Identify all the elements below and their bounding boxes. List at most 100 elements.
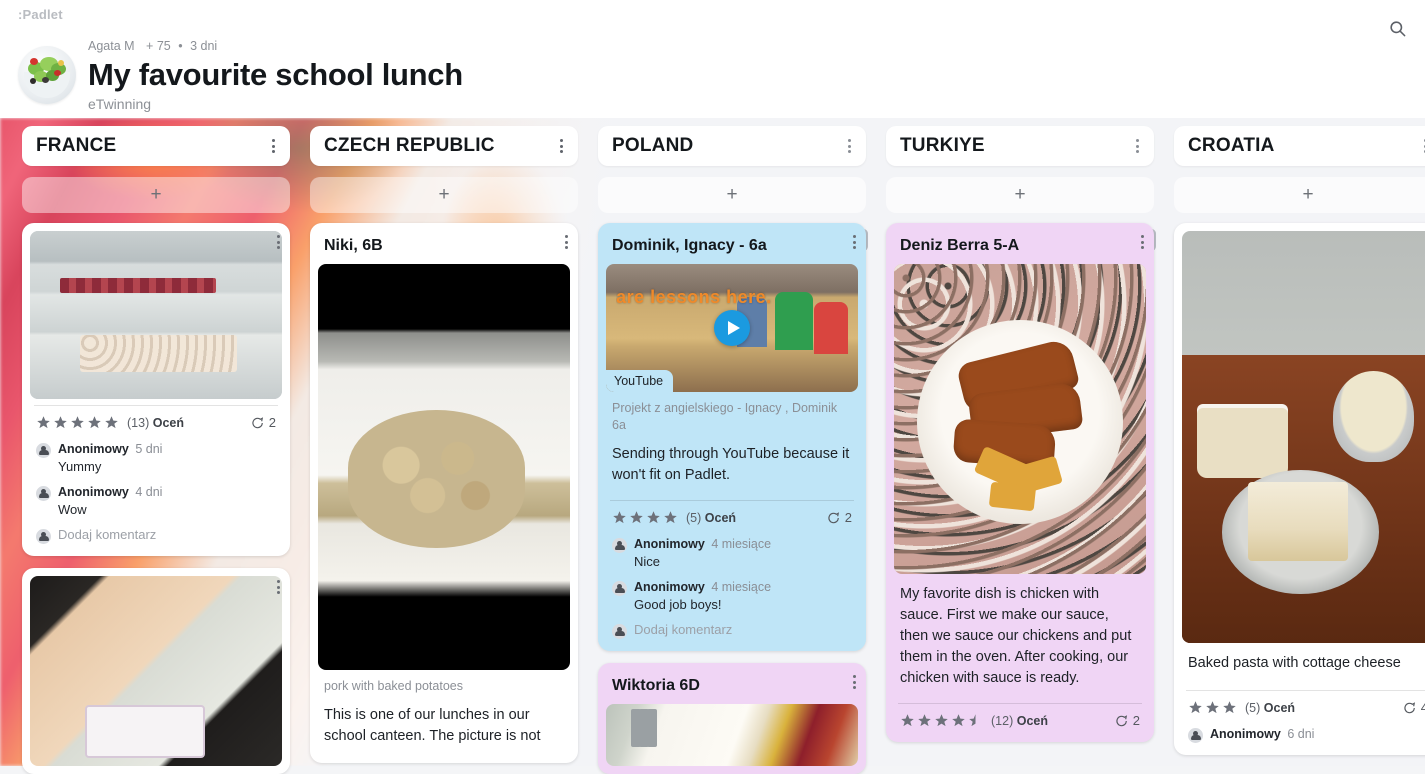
collaborator-count[interactable]: + 75 bbox=[146, 39, 171, 53]
column-turkiye: TURKIYE + Deniz Berra 5-A My favorite di… bbox=[876, 118, 1164, 766]
comment-item[interactable]: Anonimowy 4 dni Wow bbox=[30, 479, 282, 522]
column-czech-republic: CZECH REPUBLIC + Niki, 6B pork with bake… bbox=[300, 118, 588, 766]
comment-count: 2 bbox=[844, 510, 852, 525]
add-comment-row[interactable]: Dodaj komentarz bbox=[606, 617, 858, 643]
comment-item[interactable]: Anonimowy 5 dni Yummy bbox=[30, 436, 282, 479]
rating-row: (12) Oceń 2 bbox=[894, 704, 1146, 734]
add-comment-placeholder: Dodaj komentarz bbox=[634, 622, 733, 637]
add-post-button-turkiye[interactable]: + bbox=[886, 177, 1154, 213]
add-post-button-france[interactable]: + bbox=[22, 177, 290, 213]
post-card[interactable]: Dominik, Ignacy - 6a are lessons here. Y… bbox=[598, 223, 866, 651]
post-menu-icon[interactable] bbox=[271, 229, 286, 255]
video-overlay-text: are lessons here. bbox=[616, 287, 772, 308]
star-icon bbox=[630, 511, 643, 524]
comment-item[interactable]: Anonimowy 6 dni bbox=[1182, 721, 1425, 747]
add-post-button-poland[interactable]: + bbox=[598, 177, 866, 213]
star-icon bbox=[88, 416, 101, 429]
post-menu-icon[interactable] bbox=[847, 229, 862, 255]
comment-time: 6 dni bbox=[1287, 727, 1315, 741]
padlet-logo[interactable]: :Padlet bbox=[18, 7, 63, 22]
avatar bbox=[36, 443, 51, 458]
plus-icon: + bbox=[1302, 184, 1314, 205]
post-menu-icon[interactable] bbox=[847, 669, 862, 695]
rating-count: (13) bbox=[127, 415, 150, 430]
post-title: Deniz Berra 5-A bbox=[900, 237, 1020, 254]
star-rating[interactable]: (5) Oceń bbox=[1188, 700, 1295, 715]
search-button[interactable] bbox=[1379, 10, 1415, 46]
app-header: :Padlet Agata M + 75 • 3 dni My favourit… bbox=[0, 0, 1425, 118]
column-menu-icon[interactable] bbox=[267, 133, 280, 159]
column-header[interactable]: FRANCE bbox=[22, 126, 290, 166]
column-body: Baked pasta with cottage cheese (5) Oceń bbox=[1174, 223, 1425, 755]
star-icon bbox=[1206, 701, 1219, 714]
post-card[interactable] bbox=[22, 568, 290, 774]
comment-item[interactable]: Anonimowy 4 miesiące Good job boys! bbox=[606, 574, 858, 617]
column-menu-icon[interactable] bbox=[1131, 133, 1144, 159]
column-body: (13) Oceń 2 Anonimowy 5 dni Yummy Anonim… bbox=[22, 223, 290, 774]
plus-icon: + bbox=[1014, 184, 1026, 205]
board-subtitle[interactable]: eTwinning bbox=[88, 96, 463, 112]
comment-author: Anonimowy bbox=[634, 580, 705, 594]
avatar bbox=[36, 529, 51, 544]
youtube-video-thumbnail[interactable]: are lessons here. YouTube bbox=[606, 264, 858, 392]
column-menu-icon[interactable] bbox=[555, 133, 568, 159]
star-icon bbox=[613, 511, 626, 524]
star-icon bbox=[901, 714, 914, 727]
comment-count-button[interactable]: 4 bbox=[1402, 700, 1425, 715]
school-canteen-display-photo[interactable] bbox=[30, 231, 282, 399]
hand-holding-card-photo[interactable] bbox=[30, 576, 282, 766]
comment-count-button[interactable]: 2 bbox=[826, 510, 852, 525]
add-post-button-czech-republic[interactable]: + bbox=[310, 177, 578, 213]
add-comment-row[interactable]: Dodaj komentarz bbox=[30, 522, 282, 548]
column-title: TURKIYE bbox=[900, 135, 985, 156]
post-card[interactable]: (13) Oceń 2 Anonimowy 5 dni Yummy Anonim… bbox=[22, 223, 290, 556]
post-card[interactable]: Niki, 6B pork with baked potatoes This i… bbox=[310, 223, 578, 763]
star-icon bbox=[105, 416, 118, 429]
add-post-button-croatia[interactable]: + bbox=[1174, 177, 1425, 213]
column-header[interactable]: TURKIYE bbox=[886, 126, 1154, 166]
salad-bowl-icon bbox=[18, 46, 76, 104]
star-rating[interactable]: (12) Oceń bbox=[900, 713, 1048, 728]
comment-icon bbox=[1404, 701, 1415, 713]
column-menu-icon[interactable] bbox=[843, 133, 856, 159]
meta-separator: • bbox=[178, 39, 183, 53]
post-card[interactable]: Baked pasta with cottage cheese (5) Oceń bbox=[1174, 223, 1425, 755]
soup-plate-photo[interactable] bbox=[606, 704, 858, 766]
post-menu-icon[interactable] bbox=[271, 574, 286, 600]
rating-row: (13) Oceń 2 bbox=[30, 406, 282, 436]
comment-text: Wow bbox=[58, 502, 87, 517]
column-header[interactable]: POLAND bbox=[598, 126, 866, 166]
tray-with-bread-and-pasta-photo[interactable] bbox=[1182, 231, 1425, 643]
play-button-icon[interactable] bbox=[714, 310, 750, 346]
post-card[interactable]: Wiktoria 6D bbox=[598, 663, 866, 774]
comment-count-button[interactable]: 2 bbox=[1114, 713, 1140, 728]
plus-icon: + bbox=[438, 184, 450, 205]
comment-count-button[interactable]: 2 bbox=[250, 415, 276, 430]
post-menu-icon[interactable] bbox=[559, 229, 574, 255]
column-header[interactable]: CROATIA bbox=[1174, 126, 1425, 166]
post-caption: pork with baked potatoes bbox=[324, 679, 463, 693]
rating-row: (5) Oceń 4 bbox=[1182, 691, 1425, 721]
column-title: FRANCE bbox=[36, 135, 117, 156]
rating-label: Oceń bbox=[152, 415, 184, 430]
page-title[interactable]: My favourite school lunch bbox=[88, 56, 463, 94]
comment-author: Anonimowy bbox=[58, 485, 129, 499]
column-header[interactable]: CZECH REPUBLIC bbox=[310, 126, 578, 166]
board-columns: FRANCE + (13) Oceń 2 Anonimowy 5 dni Yum… bbox=[0, 118, 1425, 774]
board-author[interactable]: Agata M bbox=[88, 39, 135, 53]
chicken-wings-with-potatoes-photo[interactable] bbox=[894, 264, 1146, 574]
comment-author: Anonimowy bbox=[58, 442, 129, 456]
column-menu-icon[interactable] bbox=[1419, 133, 1425, 159]
avatar bbox=[612, 538, 627, 553]
post-title: Dominik, Ignacy - 6a bbox=[612, 237, 767, 254]
star-rating[interactable]: (5) Oceń bbox=[612, 510, 736, 525]
star-rating[interactable]: (13) Oceń bbox=[36, 415, 184, 430]
comment-time: 4 miesiące bbox=[711, 580, 772, 594]
post-card[interactable]: Deniz Berra 5-A My favorite dish is chic… bbox=[886, 223, 1154, 742]
pork-with-potatoes-photo[interactable] bbox=[318, 264, 570, 670]
rating-label: Oceń bbox=[1263, 700, 1296, 715]
comment-item[interactable]: Anonimowy 4 miesiące Nice bbox=[606, 531, 858, 574]
column-title: CZECH REPUBLIC bbox=[324, 135, 495, 156]
post-menu-icon[interactable] bbox=[1135, 229, 1150, 255]
rating-count: (12) bbox=[991, 713, 1014, 728]
